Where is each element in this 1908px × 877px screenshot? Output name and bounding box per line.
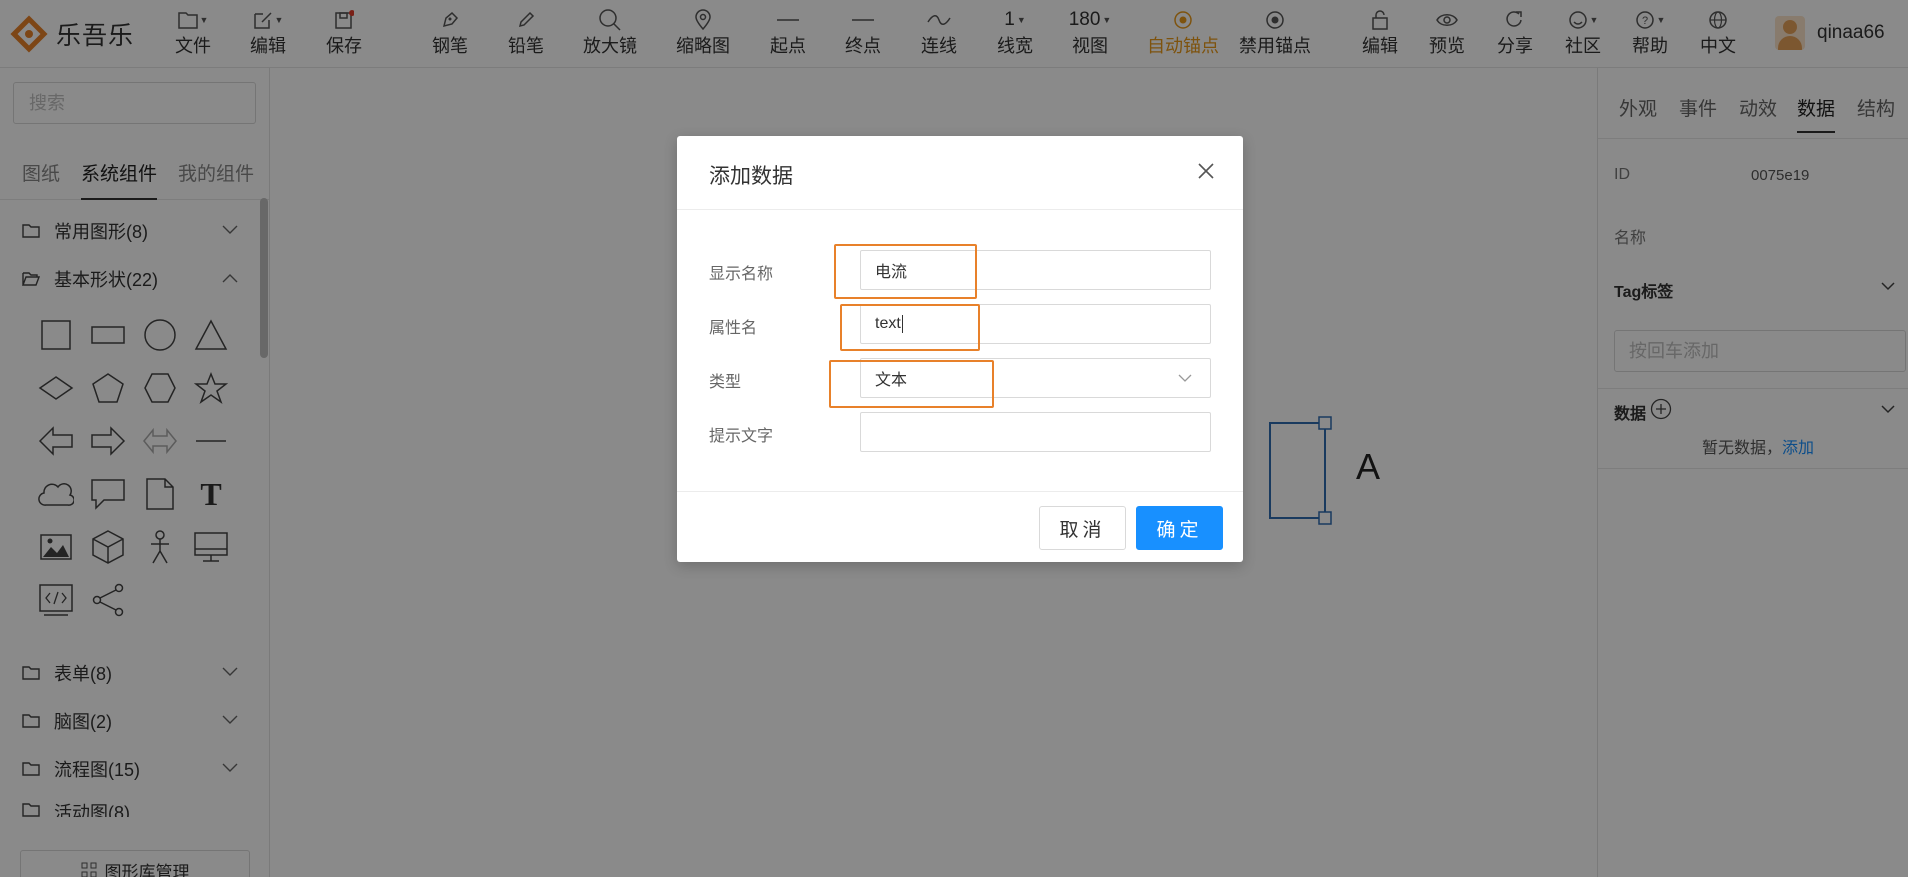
type-select[interactable]: 文本 [860,358,1211,398]
display-name-label: 显示名称 [709,266,774,283]
dialog-title: 添加数据 [709,165,793,188]
type-select-value: 文本 [875,372,908,389]
dialog-footer-divider [677,491,1243,492]
confirm-button[interactable]: 确定 [1136,506,1223,550]
hint-text-input[interactable] [860,412,1211,452]
cancel-button[interactable]: 取消 [1039,506,1126,550]
close-icon[interactable] [1195,160,1217,182]
property-name-input[interactable]: text [860,304,1211,344]
hint-text-label: 提示文字 [709,428,774,445]
type-label: 类型 [709,374,742,391]
dialog-header: 添加数据 [677,136,1243,210]
display-name-input[interactable] [860,250,1211,290]
chevron-down-icon [1178,374,1192,382]
property-name-label: 属性名 [709,320,758,337]
property-name-value: text [875,315,901,332]
text-cursor [901,315,903,333]
add-data-dialog: 添加数据 显示名称 属性名 text 类型 文本 提示文字 取消 确定 [677,136,1243,562]
